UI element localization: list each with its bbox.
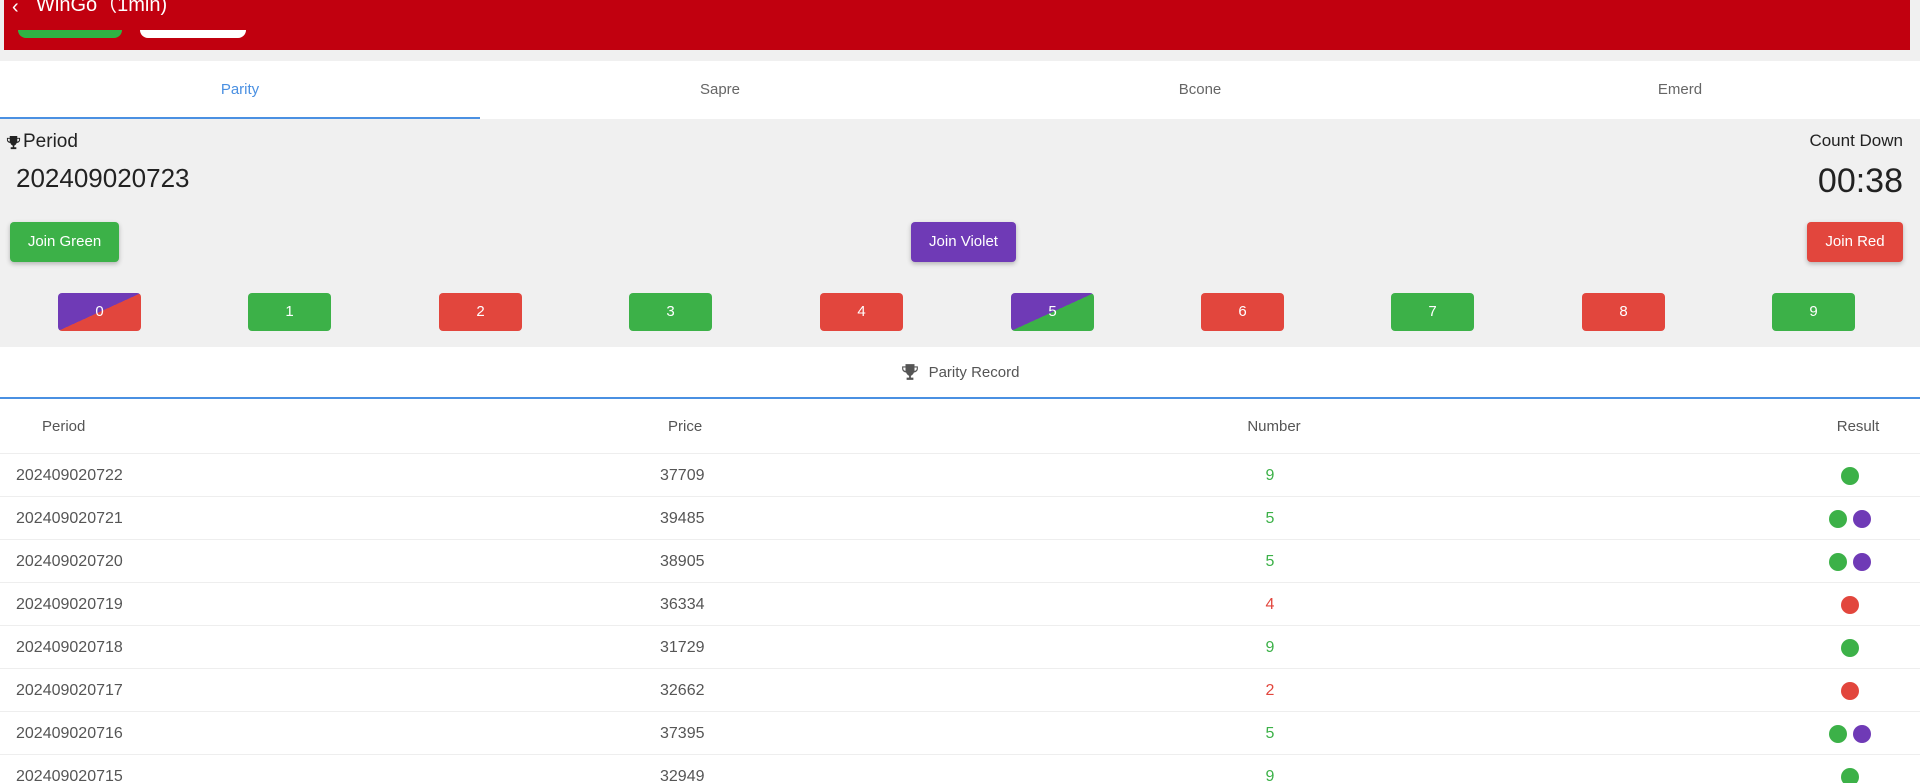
row-price: 39485 — [660, 510, 705, 527]
table-header: Period Price Number Result — [0, 399, 1920, 454]
row-period: 202409020720 — [16, 553, 123, 570]
table-row: 202409020717 32662 2 — [0, 669, 1920, 712]
tab-emerd[interactable]: Emerd — [1440, 61, 1920, 119]
parity-record-header: Parity Record — [0, 347, 1920, 399]
parity-record-title: Parity Record — [928, 363, 1020, 381]
row-result — [1810, 669, 1890, 712]
white-tab-indicator — [140, 30, 246, 38]
row-number: 2 — [1265, 682, 1275, 699]
row-result — [1810, 755, 1890, 783]
row-number: 4 — [1265, 596, 1275, 613]
green-result-dot — [1841, 638, 1859, 657]
row-price: 31729 — [660, 639, 705, 656]
page-title: WinGo（1min) — [36, 0, 168, 16]
row-number: 5 — [1265, 725, 1275, 742]
row-period: 202409020718 — [16, 639, 123, 656]
join-violet-button[interactable]: Join Violet — [911, 222, 1016, 262]
table-row: 202409020716 37395 5 — [0, 712, 1920, 755]
number-selector: 0 1 2 3 4 5 6 7 8 9 — [0, 293, 1920, 331]
row-price: 38905 — [660, 553, 705, 570]
table-row: 202409020720 38905 5 — [0, 540, 1920, 583]
record-table: Period Price Number Result 202409020722 … — [0, 399, 1920, 783]
green-result-dot — [1829, 509, 1847, 528]
row-number: 9 — [1265, 467, 1275, 484]
row-price: 36334 — [660, 596, 705, 613]
countdown-timer: 00:38 — [1817, 162, 1903, 200]
number-9-button[interactable]: 9 — [1772, 293, 1855, 331]
row-result — [1810, 712, 1890, 755]
row-price: 37395 — [660, 725, 705, 742]
row-number: 9 — [1265, 768, 1275, 783]
current-period: 202409020723 — [16, 163, 190, 193]
row-period: 202409020716 — [16, 725, 123, 742]
green-result-dot — [1829, 552, 1847, 571]
row-result — [1810, 626, 1890, 669]
table-row: 202409020715 32949 9 — [0, 755, 1920, 783]
violet-result-dot — [1853, 552, 1871, 571]
tab-bcone[interactable]: Bcone — [960, 61, 1440, 119]
red-result-dot — [1841, 681, 1859, 700]
column-result: Result — [1836, 418, 1880, 435]
row-period: 202409020717 — [16, 682, 123, 699]
number-5-button[interactable]: 5 — [1011, 293, 1094, 331]
red-result-dot — [1841, 595, 1859, 614]
game-tabs: Parity Sapre Bcone Emerd — [0, 61, 1920, 119]
row-price: 37709 — [660, 467, 705, 484]
row-period: 202409020721 — [16, 510, 123, 527]
row-price: 32662 — [660, 682, 705, 699]
join-red-button[interactable]: Join Red — [1807, 222, 1903, 262]
header-bar: ‹ WinGo（1min) — [4, 0, 1910, 50]
violet-result-dot — [1853, 509, 1871, 528]
row-period: 202409020722 — [16, 467, 123, 484]
countdown-label: Count Down — [1809, 131, 1903, 150]
row-result — [1810, 497, 1890, 540]
table-row: 202409020718 31729 9 — [0, 626, 1920, 669]
green-result-dot — [1841, 466, 1859, 485]
tab-sapre[interactable]: Sapre — [480, 61, 960, 119]
trophy-icon — [6, 135, 21, 149]
row-price: 32949 — [660, 768, 705, 783]
row-result — [1810, 454, 1890, 497]
number-2-button[interactable]: 2 — [439, 293, 522, 331]
app-header: ‹ WinGo（1min) — [0, 0, 1920, 50]
row-result — [1810, 540, 1890, 583]
green-result-dot — [1829, 724, 1847, 743]
number-0-button[interactable]: 0 — [58, 293, 141, 331]
join-green-button[interactable]: Join Green — [10, 222, 119, 262]
green-result-dot — [1841, 767, 1859, 783]
row-number: 5 — [1265, 510, 1275, 527]
column-period: Period — [42, 418, 86, 435]
number-7-button[interactable]: 7 — [1391, 293, 1474, 331]
number-3-button[interactable]: 3 — [629, 293, 712, 331]
column-price: Price — [668, 418, 703, 435]
table-row: 202409020719 36334 4 — [0, 583, 1920, 626]
column-number: Number — [1247, 418, 1301, 435]
row-period: 202409020715 — [16, 768, 123, 783]
period-label-group: Period — [6, 131, 78, 153]
trophy-icon — [901, 364, 918, 380]
period-label: Period — [23, 131, 78, 152]
chevron-left-icon[interactable]: ‹ — [12, 0, 19, 19]
green-tab-indicator — [18, 30, 122, 38]
number-4-button[interactable]: 4 — [820, 293, 903, 331]
tab-parity[interactable]: Parity — [0, 61, 480, 119]
table-row: 202409020721 39485 5 — [0, 497, 1920, 540]
row-number: 9 — [1265, 639, 1275, 656]
betting-panel: Period 202409020723 Count Down 00:38 Joi… — [0, 119, 1920, 347]
number-6-button[interactable]: 6 — [1201, 293, 1284, 331]
row-number: 5 — [1265, 553, 1275, 570]
violet-result-dot — [1853, 724, 1871, 743]
row-result — [1810, 583, 1890, 626]
number-1-button[interactable]: 1 — [248, 293, 331, 331]
table-row: 202409020722 37709 9 — [0, 454, 1920, 497]
row-period: 202409020719 — [16, 596, 123, 613]
number-8-button[interactable]: 8 — [1582, 293, 1665, 331]
